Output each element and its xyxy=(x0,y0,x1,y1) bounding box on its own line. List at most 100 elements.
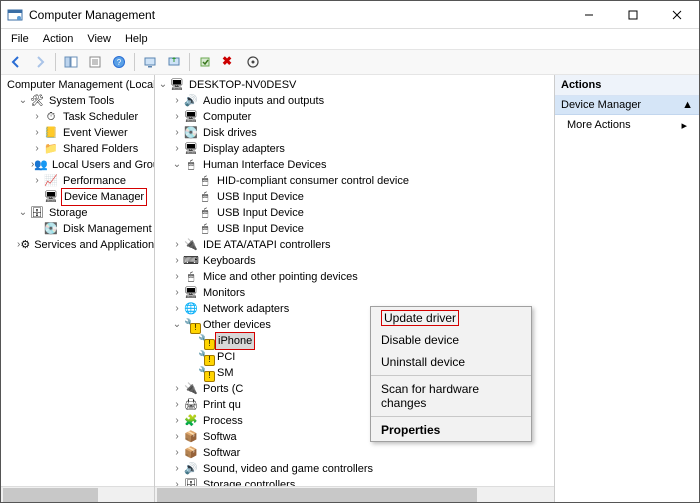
ide-node[interactable]: ›🔌IDE ATA/ATAPI controllers xyxy=(171,237,554,253)
more-actions-item[interactable]: More Actions ▸ xyxy=(555,115,699,136)
network-icon: 🌐 xyxy=(183,302,199,316)
collapse-icon[interactable]: ⌄ xyxy=(171,317,183,333)
audio-icon: 🔊 xyxy=(183,94,199,108)
show-hide-console-button[interactable] xyxy=(60,51,82,73)
mmc-tree: Computer Management (Local ⌄🛠System Tool… xyxy=(1,75,154,255)
expand-icon[interactable]: › xyxy=(31,109,43,125)
menu-action[interactable]: Action xyxy=(37,31,80,47)
software-node-2[interactable]: ›📦Softwar xyxy=(171,445,554,461)
collapse-icon[interactable]: ⌄ xyxy=(17,93,29,109)
system-tools-label: System Tools xyxy=(47,93,116,109)
collapse-icon[interactable]: ⌄ xyxy=(17,205,29,221)
local-users-node[interactable]: ›👥Local Users and Groups xyxy=(31,157,154,173)
storage-node[interactable]: ⌄🗄Storage xyxy=(17,205,154,221)
expand-icon[interactable]: › xyxy=(171,253,183,269)
services-icon: ⚙ xyxy=(20,238,30,252)
ctx-uninstall-device[interactable]: Uninstall device xyxy=(371,351,531,373)
software-icon: 📦 xyxy=(183,446,199,460)
performance-node[interactable]: ›📈Performance xyxy=(31,173,154,189)
maximize-button[interactable] xyxy=(611,1,655,29)
minimize-button[interactable] xyxy=(567,1,611,29)
help-button[interactable]: ? xyxy=(108,51,130,73)
expand-icon[interactable]: › xyxy=(171,413,183,429)
menu-file[interactable]: File xyxy=(5,31,35,47)
monitors-label: Monitors xyxy=(201,285,247,301)
computer-node[interactable]: ›🖥Computer xyxy=(171,109,554,125)
menu-view[interactable]: View xyxy=(81,31,117,47)
expand-icon[interactable]: › xyxy=(171,429,183,445)
softw2-label: Softwar xyxy=(201,445,242,461)
ctx-update-driver[interactable]: Update driver xyxy=(371,307,531,329)
expand-icon[interactable]: › xyxy=(171,285,183,301)
update-driver-button[interactable] xyxy=(163,51,185,73)
hid-item-2[interactable]: 🖱USB Input Device xyxy=(185,189,554,205)
expand-icon[interactable]: › xyxy=(171,301,183,317)
expand-icon[interactable]: › xyxy=(31,173,43,189)
ctx-disable-device[interactable]: Disable device xyxy=(371,329,531,351)
event-viewer-node[interactable]: ›📒Event Viewer xyxy=(31,125,154,141)
hid-item-3[interactable]: 🖱USB Input Device xyxy=(185,205,554,221)
expand-icon[interactable]: › xyxy=(171,237,183,253)
mice-node[interactable]: ›🖱Mice and other pointing devices xyxy=(171,269,554,285)
window-title: Computer Management xyxy=(29,8,567,22)
expand-icon[interactable]: › xyxy=(171,109,183,125)
ide-label: IDE ATA/ATAPI controllers xyxy=(201,237,333,253)
computer-icon-button[interactable] xyxy=(139,51,161,73)
unknown-device-icon: 🔧 xyxy=(197,334,213,348)
hid-item-4[interactable]: 🖱USB Input Device xyxy=(185,221,554,237)
more-actions-label: More Actions xyxy=(567,119,631,132)
sound-node[interactable]: ›🔊Sound, video and game controllers xyxy=(171,461,554,477)
collapse-icon[interactable]: ⌄ xyxy=(157,77,169,93)
actions-subheader[interactable]: Device Manager ▲ xyxy=(555,96,699,115)
monitors-node[interactable]: ›🖥Monitors xyxy=(171,285,554,301)
hid-node[interactable]: ⌄🖱Human Interface Devices xyxy=(171,157,554,173)
expand-icon[interactable]: › xyxy=(171,461,183,477)
shared-folders-node[interactable]: ›📁Shared Folders xyxy=(31,141,154,157)
expand-icon[interactable]: › xyxy=(171,125,183,141)
ctx-scan-hardware[interactable]: Scan for hardware changes xyxy=(371,378,531,414)
disk-node[interactable]: ›💽Disk drives xyxy=(171,125,554,141)
services-apps-node[interactable]: ›⚙Services and Applications xyxy=(17,237,154,253)
menu-help[interactable]: Help xyxy=(119,31,154,47)
disk-mgmt-node[interactable]: 💽Disk Management xyxy=(31,221,154,237)
close-button[interactable] xyxy=(655,1,699,29)
expand-icon[interactable]: › xyxy=(171,141,183,157)
display-label: Display adapters xyxy=(201,141,287,157)
expand-icon[interactable]: › xyxy=(171,269,183,285)
enable-device-button[interactable] xyxy=(194,51,216,73)
wrench-icon: 🛠 xyxy=(29,94,45,108)
forward-button[interactable] xyxy=(29,51,51,73)
properties-button[interactable] xyxy=(84,51,106,73)
center-pane[interactable]: ⌄🖥DESKTOP-NV0DESV ›🔊Audio inputs and out… xyxy=(155,75,555,502)
event-icon: 📒 xyxy=(43,126,59,140)
toolbar-sep3 xyxy=(189,53,190,71)
back-button[interactable] xyxy=(5,51,27,73)
task-scheduler-node[interactable]: ›⏱Task Scheduler xyxy=(31,109,154,125)
keyboards-node[interactable]: ›⌨Keyboards xyxy=(171,253,554,269)
ctx-properties[interactable]: Properties xyxy=(371,419,531,441)
device-manager-node[interactable]: 🖥Device Manager xyxy=(31,189,154,205)
scan-hardware-button[interactable] xyxy=(242,51,264,73)
processors-label: Process xyxy=(201,413,245,429)
center-scrollbar[interactable] xyxy=(155,486,554,502)
system-tools-node[interactable]: ⌄🛠System Tools xyxy=(17,93,154,109)
computer-root-node[interactable]: ⌄🖥DESKTOP-NV0DESV xyxy=(157,77,554,93)
hid-item-1[interactable]: 🖱HID-compliant consumer control device xyxy=(185,173,554,189)
collapse-icon[interactable]: ⌄ xyxy=(171,157,183,173)
uninstall-device-button[interactable]: ✖ xyxy=(218,51,240,73)
expand-icon[interactable]: › xyxy=(171,397,183,413)
expand-icon[interactable]: › xyxy=(171,93,183,109)
hid-label: Human Interface Devices xyxy=(201,157,329,173)
expand-icon[interactable]: › xyxy=(31,141,43,157)
users-icon: 👥 xyxy=(34,158,48,172)
expand-icon[interactable]: › xyxy=(31,125,43,141)
expand-icon[interactable]: › xyxy=(171,445,183,461)
left-scrollbar[interactable] xyxy=(1,486,154,502)
display-node[interactable]: ›🖥Display adapters xyxy=(171,141,554,157)
audio-node[interactable]: ›🔊Audio inputs and outputs xyxy=(171,93,554,109)
sound-icon: 🔊 xyxy=(183,462,199,476)
left-pane[interactable]: Computer Management (Local ⌄🛠System Tool… xyxy=(1,75,155,502)
network-label: Network adapters xyxy=(201,301,291,317)
root-node[interactable]: Computer Management (Local xyxy=(3,77,154,93)
expand-icon[interactable]: › xyxy=(171,381,183,397)
